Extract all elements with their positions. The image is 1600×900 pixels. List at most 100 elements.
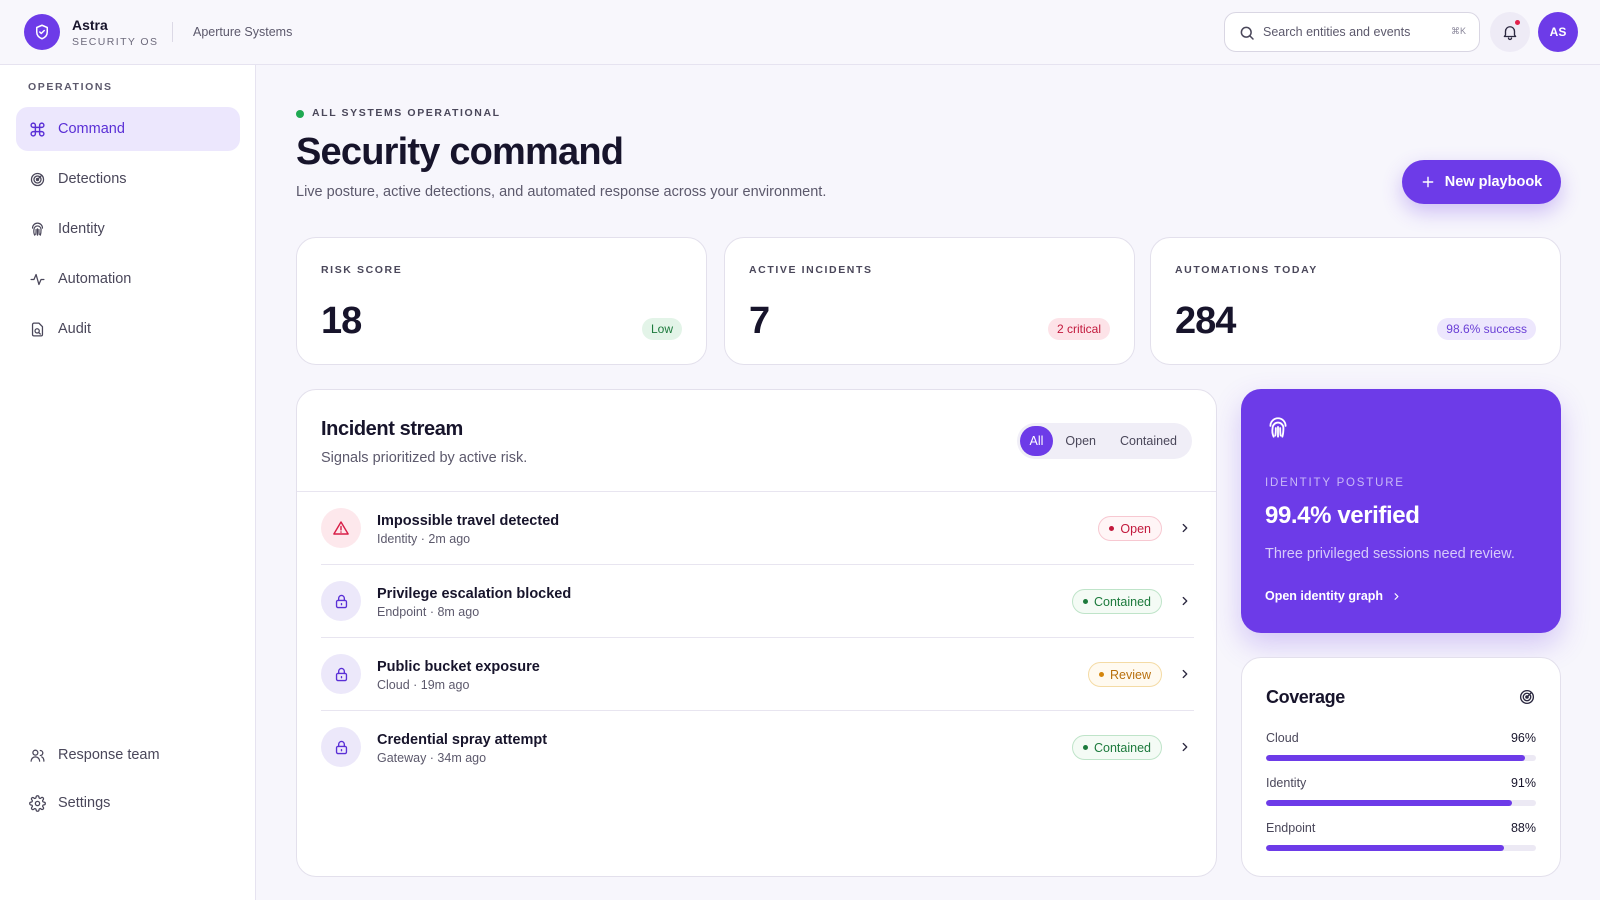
incident-row[interactable]: Public bucket exposure Cloud · 19m ago R… — [321, 638, 1194, 711]
coverage-percent: 88% — [1510, 821, 1536, 835]
stat-card-automations-today: AUTOMATIONS TODAY 284 98.6% success — [1150, 237, 1561, 365]
sidebar-item-label: Identity — [58, 221, 105, 237]
status-dot — [1099, 672, 1104, 677]
user-avatar[interactable]: AS — [1538, 12, 1578, 52]
incident-row[interactable]: Impossible travel detected Identity · 2m… — [321, 492, 1194, 565]
sidebar-item-label: Audit — [58, 321, 92, 337]
coverage-name: Endpoint — [1266, 821, 1316, 835]
filter-tab-contained[interactable]: Contained — [1108, 426, 1189, 456]
incident-row[interactable]: Credential spray attempt Gateway · 34m a… — [321, 711, 1194, 784]
stat-label: RISK SCORE — [321, 264, 403, 276]
filter-tab-all[interactable]: All — [1019, 426, 1054, 456]
app-name: Astra — [72, 17, 108, 33]
incident-status-label: Open — [1120, 521, 1151, 536]
audit-file-icon — [28, 320, 46, 338]
status-badge: 2 critical — [1047, 318, 1110, 340]
chevron-right-icon — [1182, 523, 1188, 533]
status-dot — [1083, 745, 1088, 750]
coverage-title: Coverage — [1266, 687, 1345, 707]
app-subtitle: SECURITY OS — [72, 36, 159, 48]
users-icon — [28, 746, 46, 764]
fingerprint-icon — [1269, 417, 1287, 438]
filter-tab-open[interactable]: Open — [1053, 426, 1108, 456]
organization-name[interactable]: Aperture Systems — [193, 25, 292, 39]
incident-row[interactable]: Privilege escalation blocked Endpoint · … — [321, 565, 1194, 638]
incident-status-label: Contained — [1094, 594, 1151, 609]
lock-icon — [321, 727, 361, 767]
coverage-row-identity: Identity 91% — [1266, 776, 1536, 808]
search-box[interactable]: ⌘K — [1224, 12, 1480, 52]
search-icon — [1240, 26, 1254, 40]
coverage-row-endpoint: Endpoint 88% — [1266, 821, 1536, 853]
incident-stream-panel: Incident stream Signals prioritized by a… — [296, 389, 1217, 877]
shield-check-logo-icon[interactable] — [24, 14, 60, 50]
search-input[interactable] — [1263, 22, 1453, 42]
incident-status-label: Contained — [1094, 740, 1151, 755]
status-dot — [1083, 599, 1088, 604]
progress-fill — [1266, 845, 1504, 851]
status-indicator-dot — [296, 110, 304, 118]
incident-title: Privilege escalation blocked — [377, 586, 572, 602]
stat-label: ACTIVE INCIDENTS — [749, 264, 873, 276]
lock-icon — [321, 581, 361, 621]
stat-value: 7 — [749, 300, 770, 342]
page-title: Security command — [296, 131, 624, 173]
incident-status-badge: Review — [1088, 662, 1162, 687]
progress-track — [1266, 845, 1536, 851]
identity-posture-description: Three privileged sessions need review. — [1265, 546, 1515, 562]
incident-status-badge: Open — [1098, 516, 1162, 541]
sidebar-item-label: Command — [58, 121, 125, 137]
sidebar-item-label: Detections — [58, 171, 127, 187]
status-dot — [1109, 526, 1115, 531]
new-playbook-label: New playbook — [1444, 174, 1543, 190]
sidebar-item-identity[interactable]: Identity — [16, 207, 240, 251]
new-playbook-button[interactable]: New playbook — [1402, 160, 1561, 204]
status-badge: 98.6% success — [1437, 318, 1536, 340]
sidebar-item-detections[interactable]: Detections — [16, 157, 240, 201]
sidebar: OPERATIONS Command Detections Identity A… — [0, 65, 256, 900]
plus-icon — [1422, 176, 1434, 188]
incident-title: Credential spray attempt — [377, 732, 548, 748]
brand-divider — [172, 22, 173, 42]
status-badge: Low — [641, 318, 682, 340]
progress-track — [1266, 755, 1536, 761]
incident-status-badge: Contained — [1072, 589, 1162, 614]
search-shortcut: ⌘K — [1450, 26, 1466, 36]
incident-meta: Identity · 2m ago — [377, 532, 471, 546]
identity-posture-value: 99.4% verified — [1265, 502, 1420, 529]
stat-label: AUTOMATIONS TODAY — [1175, 264, 1318, 276]
page-subtitle: Live posture, active detections, and aut… — [296, 184, 827, 200]
sidebar-item-settings[interactable]: Settings — [16, 781, 240, 825]
chevron-right-icon — [1182, 669, 1188, 679]
stat-card-risk-score: RISK SCORE 18 Low — [296, 237, 707, 365]
notifications-button[interactable] — [1490, 12, 1530, 52]
sidebar-item-label: Automation — [58, 271, 132, 287]
incident-title: Public bucket exposure — [377, 659, 540, 675]
coverage-percent: 91% — [1510, 776, 1536, 790]
link-label: Open identity graph — [1265, 589, 1384, 603]
stat-card-active-incidents: ACTIVE INCIDENTS 7 2 critical — [724, 237, 1135, 365]
incident-meta: Endpoint · 8m ago — [377, 605, 480, 619]
incident-status-badge: Contained — [1072, 735, 1162, 760]
sidebar-item-command[interactable]: Command — [16, 107, 240, 151]
sidebar-item-response-team[interactable]: Response team — [16, 733, 240, 777]
top-bar: Astra SECURITY OS Aperture Systems ⌘K AS — [0, 0, 1600, 65]
sidebar-item-label: Settings — [58, 795, 111, 811]
notification-dot — [1515, 20, 1520, 25]
sidebar-heading: OPERATIONS — [28, 81, 113, 93]
gear-icon — [28, 794, 46, 812]
coverage-card: Coverage Cloud 96% Identity 91% Endpoint… — [1241, 657, 1561, 877]
sidebar-item-automation[interactable]: Automation — [16, 257, 240, 301]
open-identity-graph-link[interactable]: Open identity graph — [1265, 589, 1402, 603]
lock-icon — [321, 654, 361, 694]
system-status: ALL SYSTEMS OPERATIONAL — [312, 107, 501, 119]
incident-stream-header: Incident stream Signals prioritized by a… — [297, 390, 1216, 492]
coverage-row-cloud: Cloud 96% — [1266, 731, 1536, 763]
chevron-right-icon — [1394, 592, 1399, 600]
coverage-percent: 96% — [1510, 731, 1536, 745]
sidebar-item-audit[interactable]: Audit — [16, 307, 240, 351]
identity-posture-label: IDENTITY POSTURE — [1265, 477, 1405, 489]
chevron-right-icon — [1182, 596, 1188, 606]
stat-value: 284 — [1175, 300, 1236, 342]
activity-icon — [28, 270, 46, 288]
